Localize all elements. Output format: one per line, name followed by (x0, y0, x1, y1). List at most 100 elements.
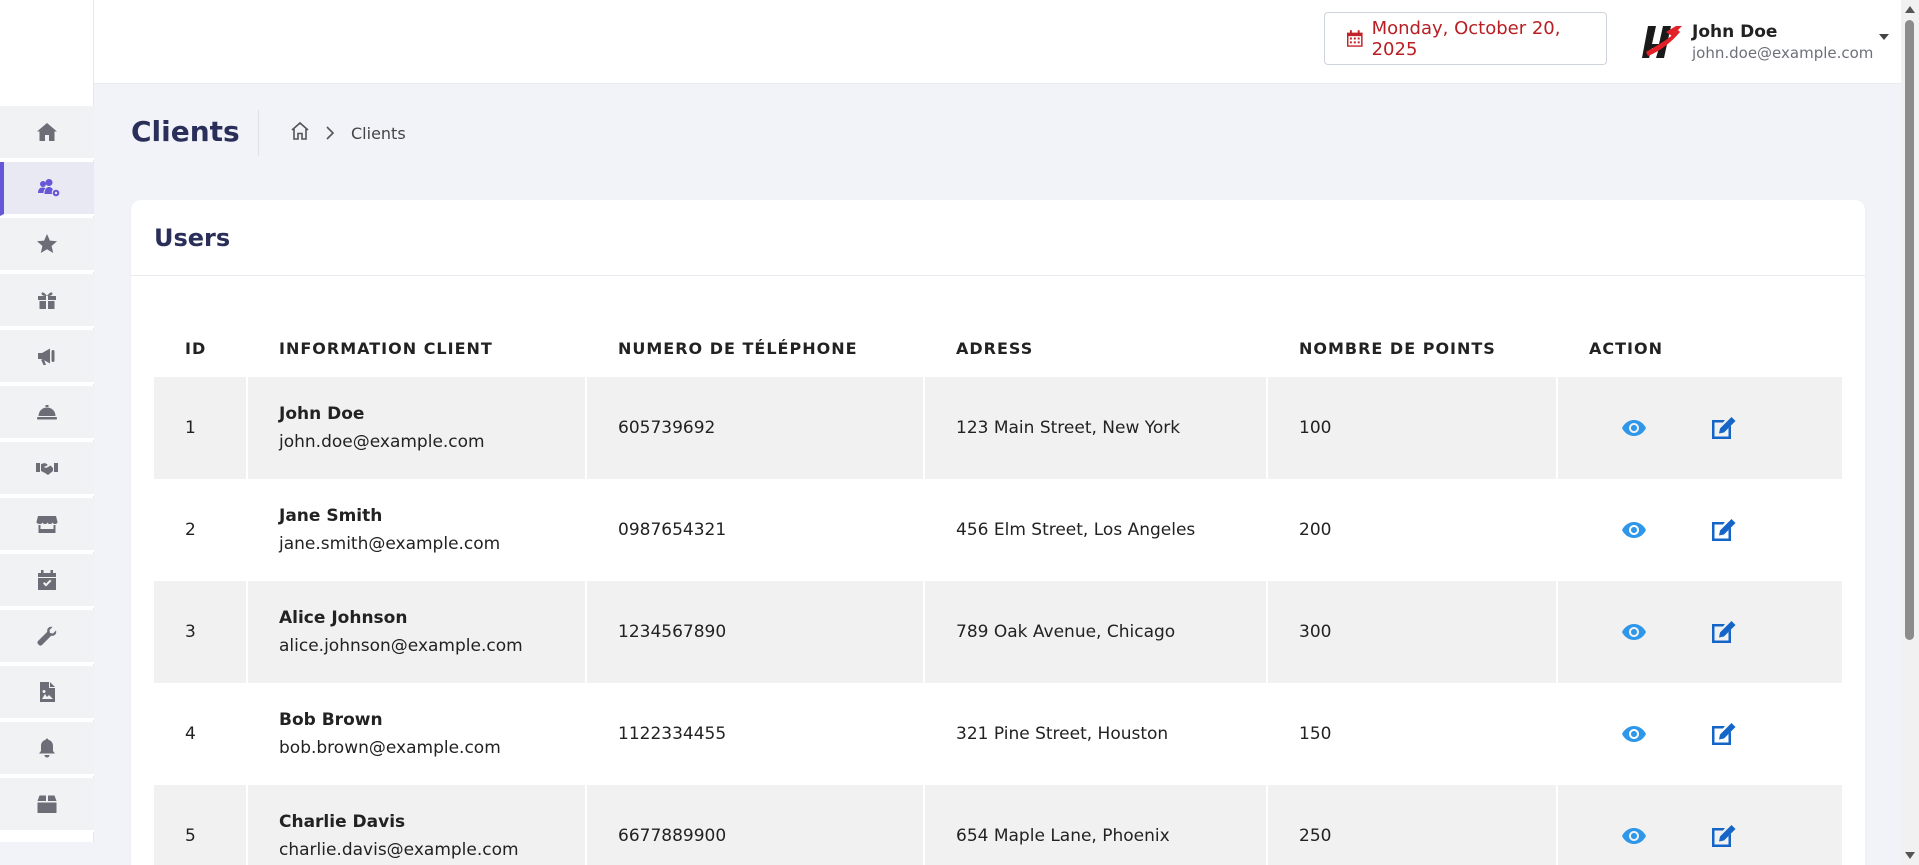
edit-icon (1712, 417, 1736, 439)
sidebar-item-inventory[interactable] (0, 778, 94, 832)
scroll-up-arrow[interactable] (1905, 6, 1915, 13)
date-display[interactable]: Monday, October 20, 2025 (1324, 12, 1607, 65)
cell-address: 789 Oak Avenue, Chicago (925, 581, 1268, 683)
users-card: Users ID INFORMATION CLIENT NUMERO DE TÉ… (131, 200, 1865, 865)
eye-icon (1622, 522, 1646, 538)
cell-client-info: Charlie Davis charlie.davis@example.com (248, 785, 587, 865)
view-button[interactable] (1622, 420, 1646, 436)
client-name: Bob Brown (279, 710, 383, 730)
table-row: 5 Charlie Davis charlie.davis@example.co… (154, 785, 1842, 865)
cell-phone: 0987654321 (587, 479, 925, 581)
calendar-check-icon (38, 570, 56, 590)
topbar: Monday, October 20, 2025 John Doe john.d… (94, 0, 1901, 84)
sidebar-item-notifications[interactable] (0, 722, 94, 776)
sidebar-item-favorites[interactable] (0, 218, 94, 272)
column-header-client-info: INFORMATION CLIENT (279, 339, 493, 358)
client-name: Charlie Davis (279, 812, 406, 832)
cell-actions (1558, 581, 1842, 683)
sidebar-item-reports[interactable] (0, 666, 94, 720)
cell-actions (1558, 479, 1842, 581)
cell-id: 4 (154, 683, 248, 785)
cell-client-info: Jane Smith jane.smith@example.com (248, 479, 587, 581)
cell-points: 100 (1268, 377, 1558, 479)
wrench-icon (37, 626, 57, 646)
cell-address: 456 Elm Street, Los Angeles (925, 479, 1268, 581)
users-table: ID INFORMATION CLIENT NUMERO DE TÉLÉPHON… (154, 320, 1842, 865)
scroll-down-arrow[interactable] (1905, 852, 1915, 859)
eye-icon (1622, 420, 1646, 436)
brand-logo (1642, 26, 1682, 58)
eye-icon (1622, 624, 1646, 640)
sidebar-item-stores[interactable] (0, 498, 94, 552)
edit-button[interactable] (1712, 621, 1736, 643)
bell-icon (39, 738, 55, 758)
breadcrumb: Clients (289, 120, 406, 146)
user-email: john.doe@example.com (1692, 44, 1874, 62)
breadcrumb-current: Clients (351, 123, 406, 143)
concierge-bell-icon (37, 405, 57, 420)
client-email: jane.smith@example.com (279, 534, 501, 554)
cell-id: 1 (154, 377, 248, 479)
home-icon (37, 123, 57, 141)
cell-actions (1558, 785, 1842, 865)
edit-button[interactable] (1712, 417, 1736, 439)
client-email: john.doe@example.com (279, 432, 485, 452)
edit-button[interactable] (1712, 825, 1736, 847)
cell-address: 654 Maple Lane, Phoenix (925, 785, 1268, 865)
column-header-id: ID (185, 339, 207, 358)
breadcrumb-home[interactable] (289, 120, 311, 146)
star-icon (37, 234, 57, 253)
cell-points: 150 (1268, 683, 1558, 785)
table-row: 4 Bob Brown bob.brown@example.com 112233… (154, 683, 1842, 785)
cell-phone: 605739692 (587, 377, 925, 479)
edit-icon (1712, 825, 1736, 847)
chevron-down-icon[interactable] (1879, 34, 1890, 40)
client-email: charlie.davis@example.com (279, 840, 519, 860)
megaphone-icon (38, 348, 55, 365)
cell-id: 3 (154, 581, 248, 683)
sidebar-item-tools[interactable] (0, 610, 94, 664)
cell-actions (1558, 377, 1842, 479)
breadcrumb-separator (325, 126, 335, 140)
sidebar (0, 0, 94, 842)
sidebar-item-home[interactable] (0, 106, 94, 160)
scrollbar-thumb[interactable] (1905, 20, 1914, 640)
user-name: John Doe (1692, 22, 1778, 42)
table-row: 1 John Doe john.doe@example.com 60573969… (154, 377, 1842, 479)
handshake-icon (36, 463, 58, 475)
edit-button[interactable] (1712, 723, 1736, 745)
divider (131, 275, 1865, 276)
view-button[interactable] (1622, 624, 1646, 640)
cell-id: 5 (154, 785, 248, 865)
eye-icon (1622, 726, 1646, 742)
view-button[interactable] (1622, 726, 1646, 742)
user-menu[interactable]: John Doe john.doe@example.com (1642, 12, 1890, 72)
cell-points: 200 (1268, 479, 1558, 581)
cell-address: 123 Main Street, New York (925, 377, 1268, 479)
page-scrollbar[interactable] (1901, 0, 1919, 865)
page-title: Clients (131, 115, 240, 148)
sidebar-item-services[interactable] (0, 386, 94, 440)
view-button[interactable] (1622, 828, 1646, 844)
sidebar-item-partners[interactable] (0, 442, 94, 496)
cell-phone: 1234567890 (587, 581, 925, 683)
view-button[interactable] (1622, 522, 1646, 538)
table-row: 3 Alice Johnson alice.johnson@example.co… (154, 581, 1842, 683)
card-title: Users (154, 224, 231, 252)
client-name: John Doe (279, 404, 365, 424)
cell-actions (1558, 683, 1842, 785)
chevron-right-icon (326, 126, 335, 140)
sidebar-item-gifts[interactable] (0, 274, 94, 328)
cell-points: 300 (1268, 581, 1558, 683)
edit-icon (1712, 621, 1736, 643)
box-icon (37, 795, 57, 813)
cell-phone: 6677889900 (587, 785, 925, 865)
home-outline-icon (291, 121, 309, 140)
sidebar-item-clients[interactable] (0, 162, 94, 216)
edit-icon (1712, 519, 1736, 541)
sidebar-item-events[interactable] (0, 554, 94, 608)
file-image-icon (40, 682, 55, 702)
sidebar-item-campaigns[interactable] (0, 330, 94, 384)
cell-client-info: John Doe john.doe@example.com (248, 377, 587, 479)
edit-button[interactable] (1712, 519, 1736, 541)
